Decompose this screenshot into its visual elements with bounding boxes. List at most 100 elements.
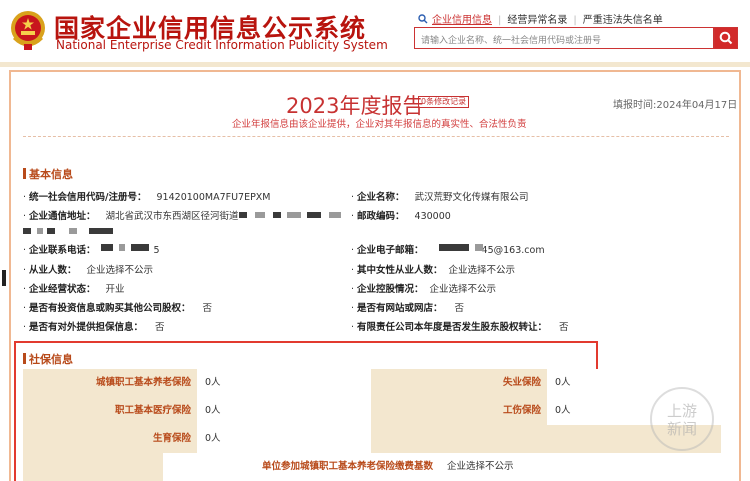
modification-record-badge[interactable]: 0条修改记录 (418, 96, 470, 108)
field-label: 是否有对外提供担保信息： (29, 322, 144, 333)
section-marker (23, 168, 26, 179)
field-value: 否 (454, 303, 465, 314)
field-value: 否 (559, 322, 569, 333)
table-row: 单位参加城镇职工基本养老保险缴费基数 企业选择不公示 (23, 453, 721, 481)
field-employees: · 从业人数： 企业选择不公示 (23, 265, 154, 276)
nav-divider: | (498, 15, 502, 26)
table-row: 生育保险 0人 (23, 425, 721, 453)
search-button[interactable] (714, 27, 738, 49)
cell-label: 生育保险 (23, 425, 197, 453)
field-postcode: · 邮政编码： 430000 (351, 211, 451, 222)
redaction-block (273, 212, 281, 218)
section-heading-social: 社保信息 (23, 351, 73, 367)
nav-enterprise-credit[interactable]: 企业信用信息 (432, 15, 492, 26)
redaction-block (101, 244, 113, 251)
redaction-block (119, 244, 125, 251)
section-heading-basic: 基本信息 (23, 166, 73, 182)
field-female-employees: · 其中女性从业人数： 企业选择不公示 (351, 265, 516, 276)
field-guarantee: · 是否有对外提供担保信息：否 (23, 322, 165, 333)
field-value: 否 (202, 303, 213, 314)
field-value: 企业选择不公示 (448, 265, 516, 276)
field-label: 其中女性从业人数： (357, 265, 443, 276)
field-equity-transfer: · 有限责任公司本年度是否发生股东股权转让：否 (351, 322, 569, 333)
table-row: 职工基本医疗保险 0人 工伤保险 0人 (23, 397, 721, 425)
dashed-divider (23, 136, 729, 137)
social-security-table: 城镇职工基本养老保险 0人 失业保险 0人 职工基本医疗保险 0人 工伤保险 0… (23, 369, 721, 481)
search-input[interactable]: 请输入企业名称、统一社会信用代码或注册号 (414, 27, 714, 49)
nav-abnormal-list[interactable]: 经营异常名录 (507, 15, 567, 26)
redaction-block (23, 228, 31, 234)
redaction-block (89, 228, 113, 234)
cell-empty (23, 453, 163, 481)
cell-value: 0人 (197, 369, 371, 397)
redaction-block (239, 212, 247, 218)
field-label: 企业联系电话： (29, 245, 96, 256)
cell-label: 单位参加城镇职工基本养老保险缴费基数 (163, 453, 439, 481)
national-emblem-icon (11, 11, 45, 50)
field-label: 邮政编码： (357, 211, 405, 222)
top-nav: 企业信用信息 | 经营异常名录 | 严重违法失信名单 (418, 11, 663, 26)
field-value: 企业选择不公示 (86, 265, 154, 276)
redaction-block (47, 228, 55, 234)
redaction-block (439, 244, 469, 251)
redaction-block (329, 212, 341, 218)
field-label: 企业经营状态： (29, 284, 96, 295)
table-row: 城镇职工基本养老保险 0人 失业保险 0人 (23, 369, 721, 397)
field-value: 湖北省武汉市东西湖区径河街道 (105, 211, 239, 222)
field-label: 是否有网站或网店： (357, 303, 443, 314)
field-holding: · 企业控股情况： 企业选择不公示 (351, 284, 497, 295)
field-label: 企业通信地址： (29, 211, 96, 222)
section-heading-text: 社保信息 (29, 353, 73, 366)
field-enterprise-name: · 企业名称： 武汉荒野文化传媒有限公司 (351, 192, 529, 203)
field-credit-code: · 统一社会信用代码/注册号： 91420100MA7FU7EPXM (23, 192, 271, 203)
watermark-text: 新闻 (666, 420, 697, 438)
watermark-logo: 上游 新闻 (650, 387, 714, 451)
cell-label: 职工基本医疗保险 (23, 397, 197, 425)
cell-label: 工伤保险 (371, 397, 547, 425)
header-divider-band (0, 62, 750, 67)
field-value: 开业 (105, 284, 125, 295)
site-header: 国家企业信用信息公示系统 National Enterprise Credit … (0, 0, 750, 62)
search-icon (418, 14, 428, 24)
cell-label: 失业保险 (371, 369, 547, 397)
field-address: · 企业通信地址： 湖北省武汉市东西湖区径河街道 (23, 211, 239, 222)
nav-divider: | (573, 15, 577, 26)
redaction-block (37, 228, 43, 234)
section-marker (23, 353, 26, 364)
field-value: 45@163.com (481, 245, 545, 256)
nav-blacklist[interactable]: 严重违法失信名单 (583, 15, 663, 26)
redaction-block (69, 228, 77, 234)
field-operating-status: · 企业经营状态： 开业 (23, 284, 125, 295)
redaction-block (475, 244, 483, 251)
field-investment: · 是否有投资信息或购买其他公司股权：否 (23, 303, 213, 314)
redaction-block (307, 212, 321, 218)
side-marker (2, 270, 6, 286)
field-value: 武汉荒野文化传媒有限公司 (414, 192, 529, 203)
system-title-english: National Enterprise Credit Information P… (56, 38, 388, 52)
field-value: 430000 (414, 211, 451, 222)
cell-value: 0人 (197, 397, 371, 425)
field-label: 有限责任公司本年度是否发生股东股权转让： (357, 322, 548, 333)
cell-label: 城镇职工基本养老保险 (23, 369, 197, 397)
field-value: 5 (153, 245, 160, 256)
field-label: 企业名称： (357, 192, 405, 203)
field-label: 企业电子邮箱： (357, 245, 424, 256)
redaction-block (255, 212, 265, 218)
redaction-block (131, 244, 149, 251)
cell-value: 0人 (197, 425, 371, 453)
field-label: 企业控股情况： (357, 284, 424, 295)
fill-time: 填报时间:2024年04月17日 (613, 100, 738, 111)
section-heading-text: 基本信息 (29, 168, 73, 181)
redaction-block (287, 212, 301, 218)
field-label: 是否有投资信息或购买其他公司股权： (29, 303, 191, 314)
search-icon (719, 31, 733, 45)
field-label: 统一社会信用代码/注册号： (29, 192, 147, 203)
report-disclaimer: 企业年报信息由该企业提供，企业对其年报信息的真实性、合法性负责 (232, 119, 527, 130)
cell-value: 企业选择不公示 (439, 453, 721, 481)
field-website: · 是否有网站或网店：否 (351, 303, 465, 314)
field-value: 企业选择不公示 (429, 284, 497, 295)
field-label: 从业人数： (29, 265, 77, 276)
watermark-text: 上游 (666, 402, 697, 420)
field-value: 91420100MA7FU7EPXM (156, 192, 271, 203)
field-value: 否 (155, 322, 165, 333)
